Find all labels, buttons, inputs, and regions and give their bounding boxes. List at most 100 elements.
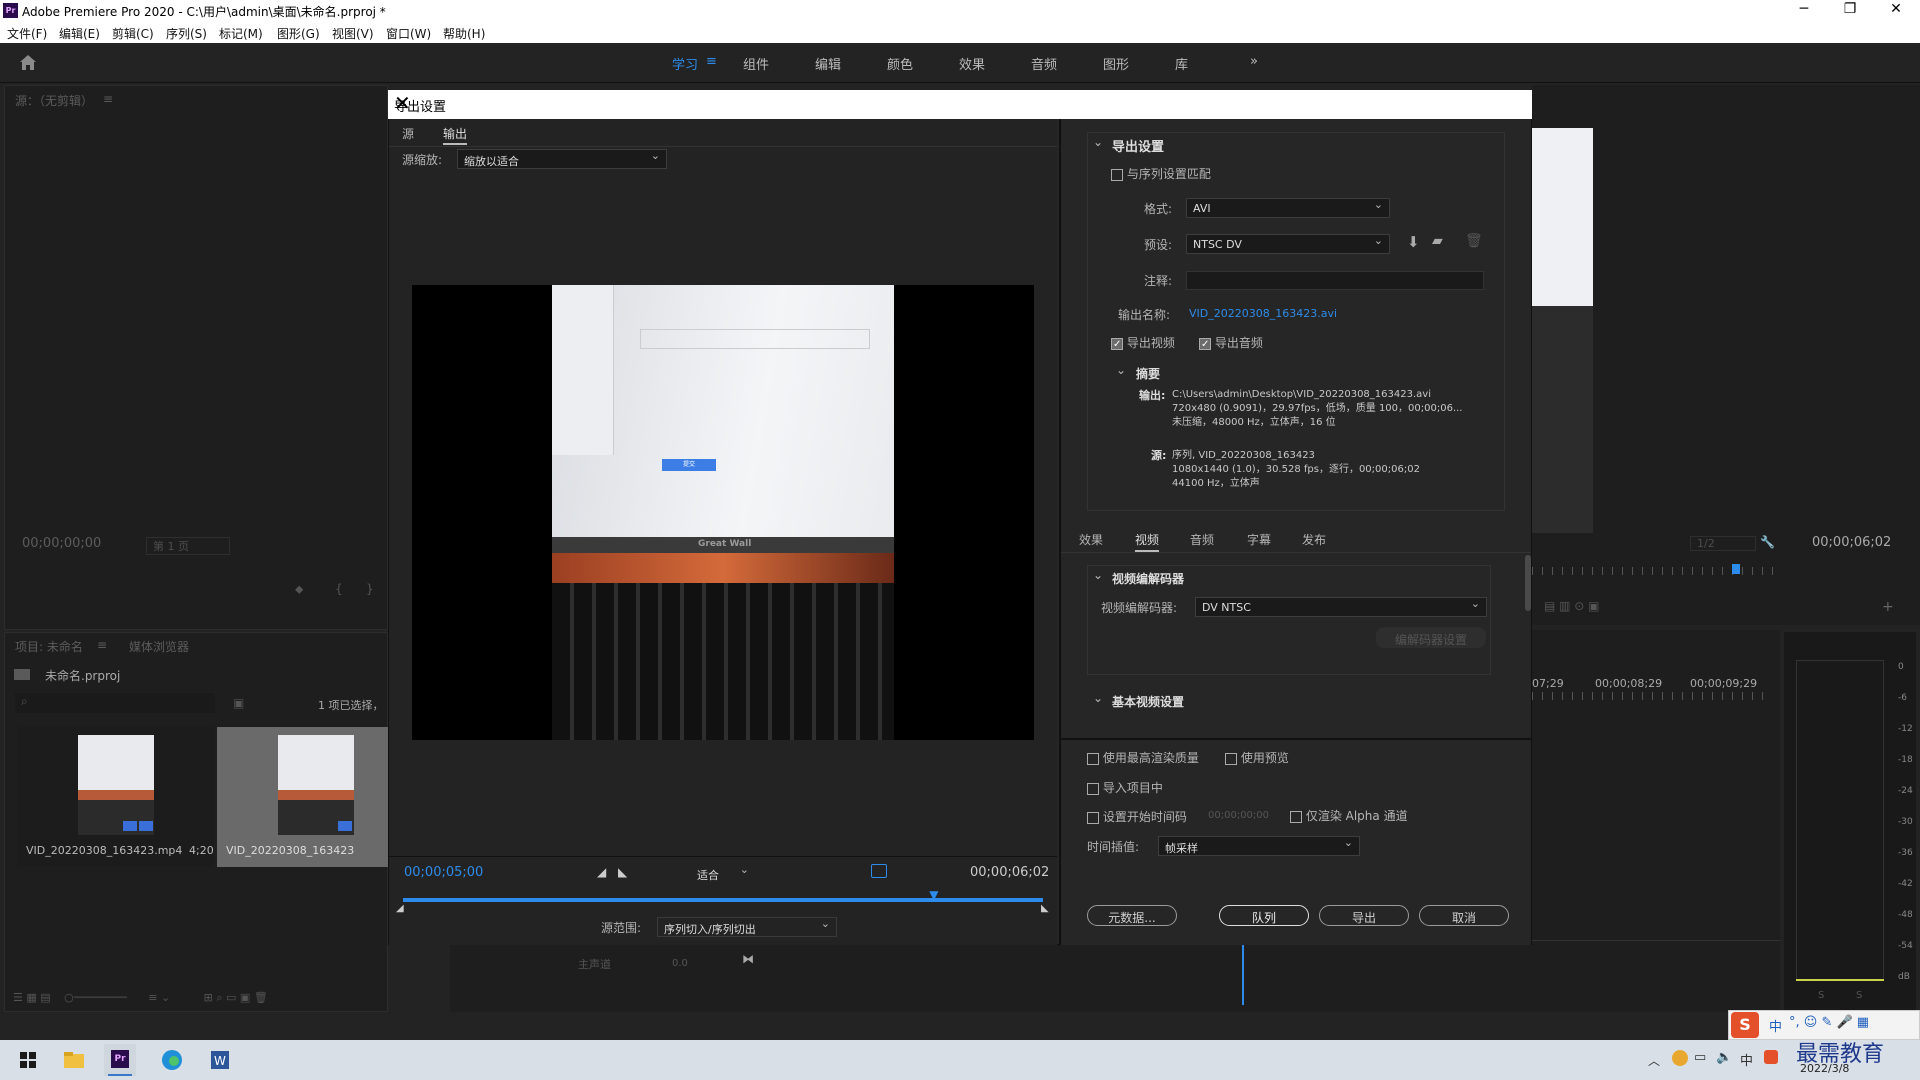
range-start-handle[interactable]: ◢ xyxy=(396,903,404,914)
queue-button[interactable]: 队列 xyxy=(1219,905,1309,926)
export-audio-checkbox[interactable]: 导出音频 xyxy=(1199,334,1263,351)
workspace-tab-effects[interactable]: 效果 xyxy=(959,54,985,73)
comment-input[interactable] xyxy=(1186,271,1484,290)
menu-file[interactable]: 文件(F) xyxy=(7,25,47,42)
video-codec-select[interactable]: DV NTSC xyxy=(1195,597,1487,617)
ime-indicator[interactable]: 中 xyxy=(1740,1050,1753,1069)
add-button-icon[interactable]: + xyxy=(1882,599,1894,615)
source-scale-select[interactable]: 缩放以适合 xyxy=(457,149,667,169)
menu-marker[interactable]: 标记(M) xyxy=(219,25,263,42)
premiere-taskbar-item[interactable]: Pr xyxy=(104,1044,136,1076)
source-range-select[interactable]: 序列切入/序列切出 xyxy=(657,917,837,937)
network-icon[interactable]: ▭ xyxy=(1694,1050,1706,1065)
source-out-icon[interactable]: } xyxy=(366,582,374,596)
metadata-button[interactable]: 元数据... xyxy=(1087,905,1177,926)
meter-channel-right[interactable]: S xyxy=(1856,990,1862,1001)
cancel-button[interactable]: 取消 xyxy=(1419,905,1509,926)
more-workspaces-icon[interactable]: » xyxy=(1250,54,1258,69)
volume-icon[interactable]: 🔈 xyxy=(1716,1050,1732,1065)
workspace-tab-learn[interactable]: 学习 xyxy=(672,54,698,73)
menu-graphics[interactable]: 图形(G) xyxy=(277,25,320,42)
tray-chevron-icon[interactable]: ︿ xyxy=(1648,1052,1660,1069)
project-tab-menu-icon[interactable]: ≡ xyxy=(97,638,107,652)
source-in-icon[interactable]: { xyxy=(335,582,343,596)
tab-video[interactable]: 视频 xyxy=(1135,531,1160,552)
tab-captions[interactable]: 字幕 xyxy=(1247,531,1271,548)
minimize-button[interactable]: ─ xyxy=(1784,1,1824,17)
tab-effects[interactable]: 效果 xyxy=(1079,531,1103,548)
maximize-button[interactable]: ❐ xyxy=(1830,1,1870,17)
export-button[interactable]: 导出 xyxy=(1319,905,1409,926)
menu-window[interactable]: 窗口(W) xyxy=(386,25,431,42)
fit-select[interactable]: 适合 xyxy=(690,863,756,883)
delete-preset-icon[interactable]: 🗑 xyxy=(1465,233,1483,249)
project-tab[interactable]: 项目: 未命名 xyxy=(15,638,83,655)
ime-chinese-mode[interactable]: 中 xyxy=(1769,1016,1782,1035)
range-end-handle[interactable]: ◣ xyxy=(1041,903,1049,914)
edge-icon[interactable] xyxy=(156,1044,188,1076)
dialog-close-button[interactable]: ✕ xyxy=(394,91,1524,115)
save-preset-icon[interactable]: ⬇ xyxy=(1407,233,1420,251)
menu-edit[interactable]: 编辑(E) xyxy=(59,25,100,42)
mark-out-icon[interactable]: ◣ xyxy=(618,865,627,879)
meter-channel-left[interactable]: S xyxy=(1818,990,1824,1001)
sogou-tray-icon[interactable] xyxy=(1764,1050,1778,1064)
match-sequence-checkbox[interactable]: 与序列设置匹配 xyxy=(1111,165,1211,182)
sogou-logo-icon[interactable]: S xyxy=(1731,1012,1759,1038)
export-video-checkbox[interactable]: 导出视频 xyxy=(1111,334,1175,351)
tab-output[interactable]: 输出 xyxy=(443,125,468,145)
workspace-tab-editing[interactable]: 编辑 xyxy=(815,54,841,73)
import-into-project-checkbox[interactable]: 导入项目中 xyxy=(1087,779,1163,796)
preset-select[interactable]: NTSC DV xyxy=(1186,234,1390,254)
master-track-value[interactable]: 0.0 xyxy=(672,958,688,969)
settings-scrollbar[interactable] xyxy=(1525,555,1531,611)
source-page-select[interactable]: 第 1 页 xyxy=(146,537,230,555)
home-icon[interactable] xyxy=(19,54,37,71)
time-interp-select[interactable]: 帧采样 xyxy=(1158,836,1360,856)
format-select[interactable]: AVI xyxy=(1186,198,1390,218)
import-preset-icon[interactable]: ▰ xyxy=(1432,233,1443,249)
new-bin-icon[interactable]: ▣ xyxy=(233,696,244,710)
wrench-icon[interactable]: 🔧 xyxy=(1760,535,1775,549)
current-timecode[interactable]: 00;00;05;00 xyxy=(404,865,483,880)
source-panel-title[interactable]: 源：（无剪辑） xyxy=(15,92,93,109)
max-render-checkbox[interactable]: 使用最高渲染质量 xyxy=(1087,749,1199,766)
program-timecode[interactable]: 00;00;06;02 xyxy=(1812,535,1891,550)
file-explorer-icon[interactable] xyxy=(58,1044,90,1076)
ime-tool-icons[interactable]: °, ☺ ✎ 🎤 ▦ xyxy=(1789,1015,1869,1030)
program-transport-icons[interactable]: ▤ ▥ ⊙ ▣ xyxy=(1544,599,1600,613)
tab-source[interactable]: 源 xyxy=(402,125,414,142)
workspace-tab-graphics[interactable]: 图形 xyxy=(1103,54,1129,73)
project-item-sequence[interactable]: VID_20220308_163423 xyxy=(217,727,389,867)
program-playhead[interactable] xyxy=(1732,564,1740,574)
start-timecode-value[interactable]: 00;00;00;00 xyxy=(1208,810,1269,821)
timeline-playhead[interactable] xyxy=(1242,945,1244,1005)
source-panel-menu-icon[interactable]: ≡ xyxy=(103,92,113,106)
project-item-clip[interactable]: VID_20220308_163423.mp4 4;20 xyxy=(17,727,214,867)
export-settings-collapse-icon[interactable]: ⌄ xyxy=(1093,135,1103,149)
project-search-input[interactable]: ⌕ xyxy=(15,693,215,713)
close-window-button[interactable]: ✕ xyxy=(1876,1,1916,17)
source-marker-icon[interactable]: ⬥ xyxy=(295,582,303,597)
source-timecode[interactable]: 00;00;00;00 xyxy=(22,536,101,551)
output-name-link[interactable]: VID_20220308_163423.avi xyxy=(1189,307,1337,320)
start-icon[interactable] xyxy=(12,1044,44,1076)
word-icon[interactable]: W xyxy=(204,1044,236,1076)
basic-video-collapse-icon[interactable]: ⌄ xyxy=(1093,691,1103,705)
workspace-tab-audio[interactable]: 音频 xyxy=(1031,54,1057,73)
list-view-icon[interactable]: ☰ ▦ ▤ xyxy=(13,991,51,1004)
scrub-bar[interactable] xyxy=(403,898,1043,902)
timeline-ruler[interactable] xyxy=(1532,692,1772,700)
media-browser-tab[interactable]: 媒体浏览器 xyxy=(129,638,189,655)
sort-icon[interactable]: ≡ ⌄ xyxy=(148,991,170,1004)
tab-audio[interactable]: 音频 xyxy=(1190,531,1214,548)
menu-view[interactable]: 视图(V) xyxy=(332,25,374,42)
mark-in-icon[interactable]: ◢ xyxy=(597,865,606,879)
scrub-playhead[interactable]: ▼ xyxy=(929,888,938,902)
find-icon[interactable]: ⊞ ⌕ ▭ ▣ 🗑 xyxy=(204,991,268,1004)
start-timecode-checkbox[interactable]: 设置开始时间码 xyxy=(1087,808,1187,825)
menu-sequence[interactable]: 序列(S) xyxy=(166,25,207,42)
render-alpha-checkbox[interactable]: 仅渲染 Alpha 通道 xyxy=(1290,807,1408,824)
program-ruler[interactable] xyxy=(1532,567,1782,575)
aspect-correction-icon[interactable] xyxy=(871,864,887,878)
